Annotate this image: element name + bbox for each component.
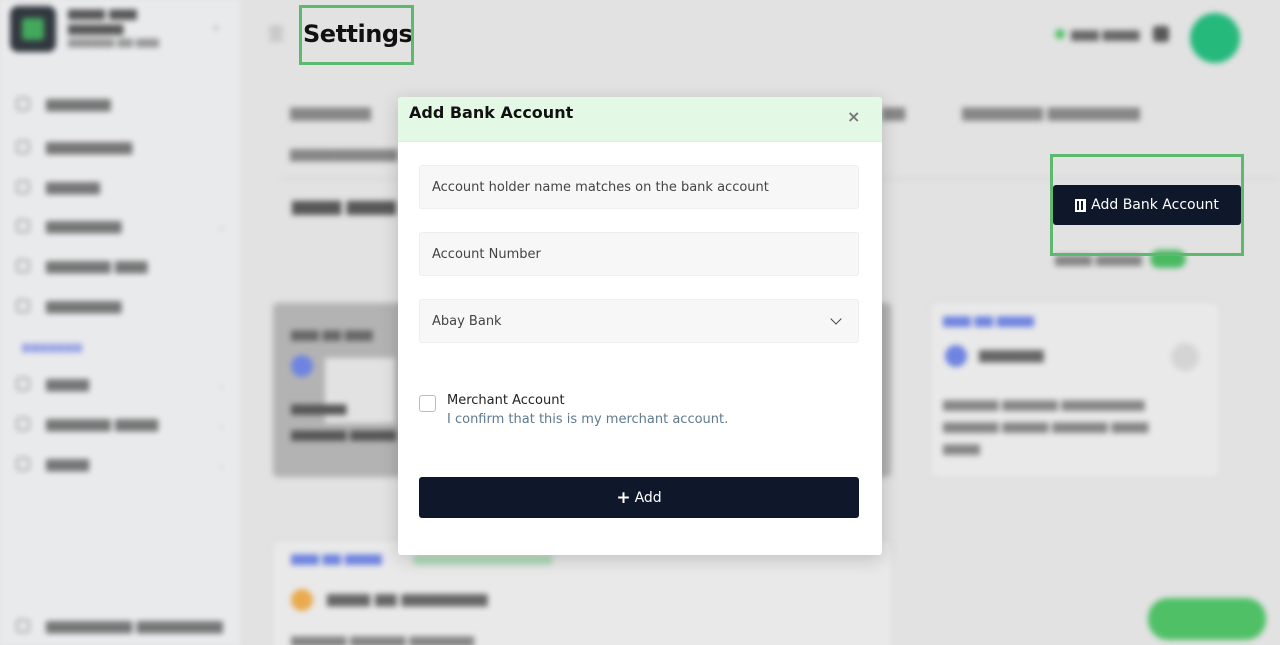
merchant-account-description: I confirm that this is my merchant accou… xyxy=(447,412,729,427)
modal-title: Add Bank Account xyxy=(409,103,574,122)
highlight-box-title xyxy=(299,5,414,65)
add-submit-button[interactable]: + Add xyxy=(419,477,859,518)
chevron-down-icon xyxy=(830,313,842,325)
account-holder-name-input[interactable] xyxy=(419,165,859,209)
modal-header: Add Bank Account × xyxy=(398,97,882,142)
plus-icon: + xyxy=(616,487,631,508)
highlight-box-add-button xyxy=(1050,154,1244,256)
account-number-input[interactable] xyxy=(419,232,859,276)
bank-select-value: Abay Bank xyxy=(432,313,502,329)
bank-select[interactable]: Abay Bank xyxy=(419,299,859,343)
close-icon[interactable]: × xyxy=(847,107,860,126)
add-bank-account-modal: Add Bank Account × Abay Bank Merchant Ac… xyxy=(398,97,882,555)
merchant-account-label[interactable]: Merchant Account xyxy=(447,393,565,408)
add-submit-label: Add xyxy=(634,489,662,506)
merchant-account-checkbox[interactable] xyxy=(419,395,436,412)
